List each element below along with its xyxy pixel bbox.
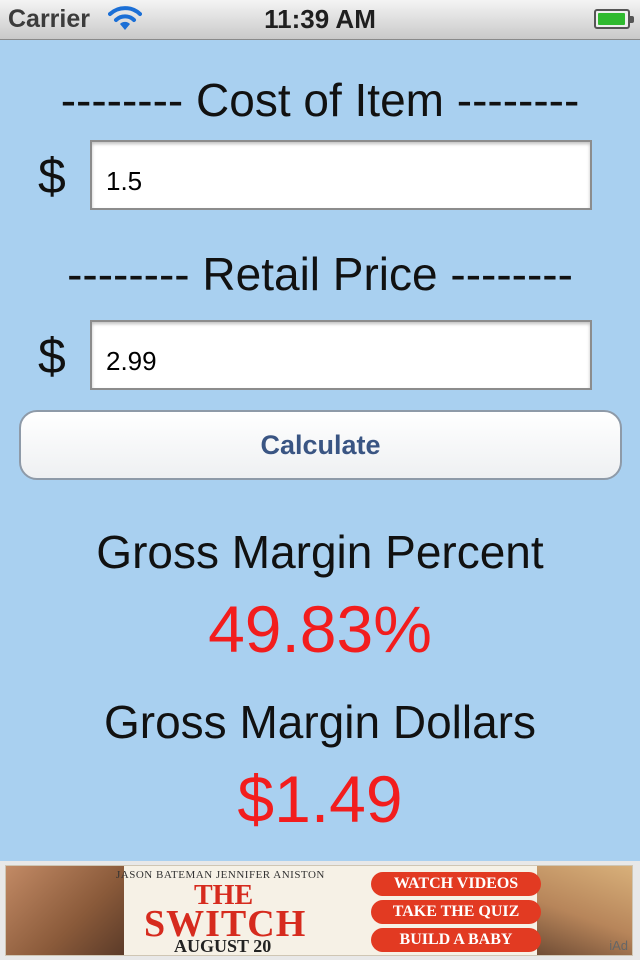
retail-heading: -------- Retail Price -------- — [67, 248, 573, 300]
ad-content[interactable]: JASON BATEMAN JENNIFER ANISTON THE SWITC… — [5, 865, 633, 956]
gross-margin-dollars-label: Gross Margin Dollars — [104, 696, 536, 748]
ad-take-quiz-button[interactable]: TAKE THE QUIZ — [371, 900, 541, 924]
status-time: 11:39 AM — [264, 4, 376, 34]
calculator-view: -------- Cost of Item -------- $ 1.5 ---… — [0, 41, 640, 861]
calculate-button[interactable]: Calculate — [19, 410, 622, 480]
ad-build-baby-button[interactable]: BUILD A BABY — [371, 928, 541, 952]
battery-nub — [630, 16, 634, 23]
ad-watch-videos-button[interactable]: WATCH VIDEOS — [371, 872, 541, 896]
cost-input[interactable]: 1.5 — [90, 140, 592, 210]
gross-margin-percent-value: 49.83% — [208, 592, 432, 666]
retail-currency-symbol: $ — [38, 328, 66, 384]
iad-logo: iAd — [609, 938, 628, 953]
gross-margin-dollars-value: $1.49 — [237, 762, 403, 836]
battery-level — [598, 13, 625, 25]
status-bar: Carrier 11:39 AM — [0, 0, 640, 40]
retail-input[interactable]: 2.99 — [90, 320, 592, 390]
cost-heading: -------- Cost of Item -------- — [60, 74, 580, 126]
battery-icon — [594, 9, 634, 29]
ad-actor-photo-left — [6, 866, 124, 955]
cost-currency-symbol: $ — [38, 148, 66, 204]
gross-margin-percent-label: Gross Margin Percent — [96, 526, 544, 578]
ad-release-date: AUGUST 20 — [174, 936, 272, 956]
ad-banner[interactable]: JASON BATEMAN JENNIFER ANISTON THE SWITC… — [0, 861, 640, 960]
